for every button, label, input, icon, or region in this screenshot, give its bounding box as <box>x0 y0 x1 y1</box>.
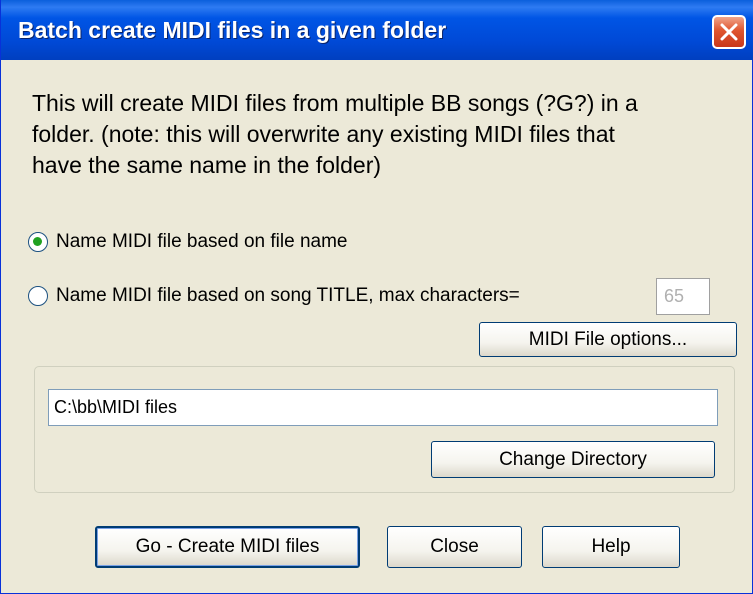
go-create-midi-label: Go - Create MIDI files <box>135 536 320 557</box>
title-bar[interactable]: Batch create MIDI files in a given folde… <box>1 0 753 60</box>
directory-path-input[interactable]: C:\bb\MIDI files <box>48 389 718 426</box>
radio-name-by-filename[interactable]: Name MIDI file based on file name <box>28 228 347 256</box>
description-line: This will create MIDI files from multipl… <box>32 90 638 116</box>
description-line: folder. (note: this will overwrite any e… <box>32 121 615 147</box>
midi-file-options-button[interactable]: MIDI File options... <box>479 322 737 357</box>
radio-button-selected[interactable] <box>28 232 48 252</box>
dialog-title: Batch create MIDI files in a given folde… <box>18 17 447 43</box>
change-directory-button[interactable]: Change Directory <box>431 441 715 478</box>
close-button[interactable]: Close <box>387 526 522 568</box>
close-icon <box>720 23 738 41</box>
radio-label-filename: Name MIDI file based on file name <box>56 231 348 252</box>
help-button-label: Help <box>591 536 631 557</box>
radio-dot <box>33 237 42 246</box>
go-create-midi-button[interactable]: Go - Create MIDI files <box>95 526 360 568</box>
midi-file-options-label: MIDI File options... <box>528 329 688 350</box>
help-button[interactable]: Help <box>542 526 680 568</box>
description-text: This will create MIDI files from multipl… <box>32 88 732 181</box>
radio-button-unselected[interactable] <box>28 286 48 306</box>
description-line: have the same name in the folder) <box>32 152 382 178</box>
change-directory-label: Change Directory <box>499 449 647 470</box>
radio-name-by-title[interactable]: Name MIDI file based on song TITLE, max … <box>28 282 520 310</box>
close-button-label: Close <box>430 536 479 557</box>
dialog-window: Batch create MIDI files in a given folde… <box>0 0 753 594</box>
max-characters-field[interactable]: 65 <box>656 278 710 315</box>
radio-label-title: Name MIDI file based on song TITLE, max … <box>56 285 520 306</box>
close-window-button[interactable] <box>712 15 746 49</box>
